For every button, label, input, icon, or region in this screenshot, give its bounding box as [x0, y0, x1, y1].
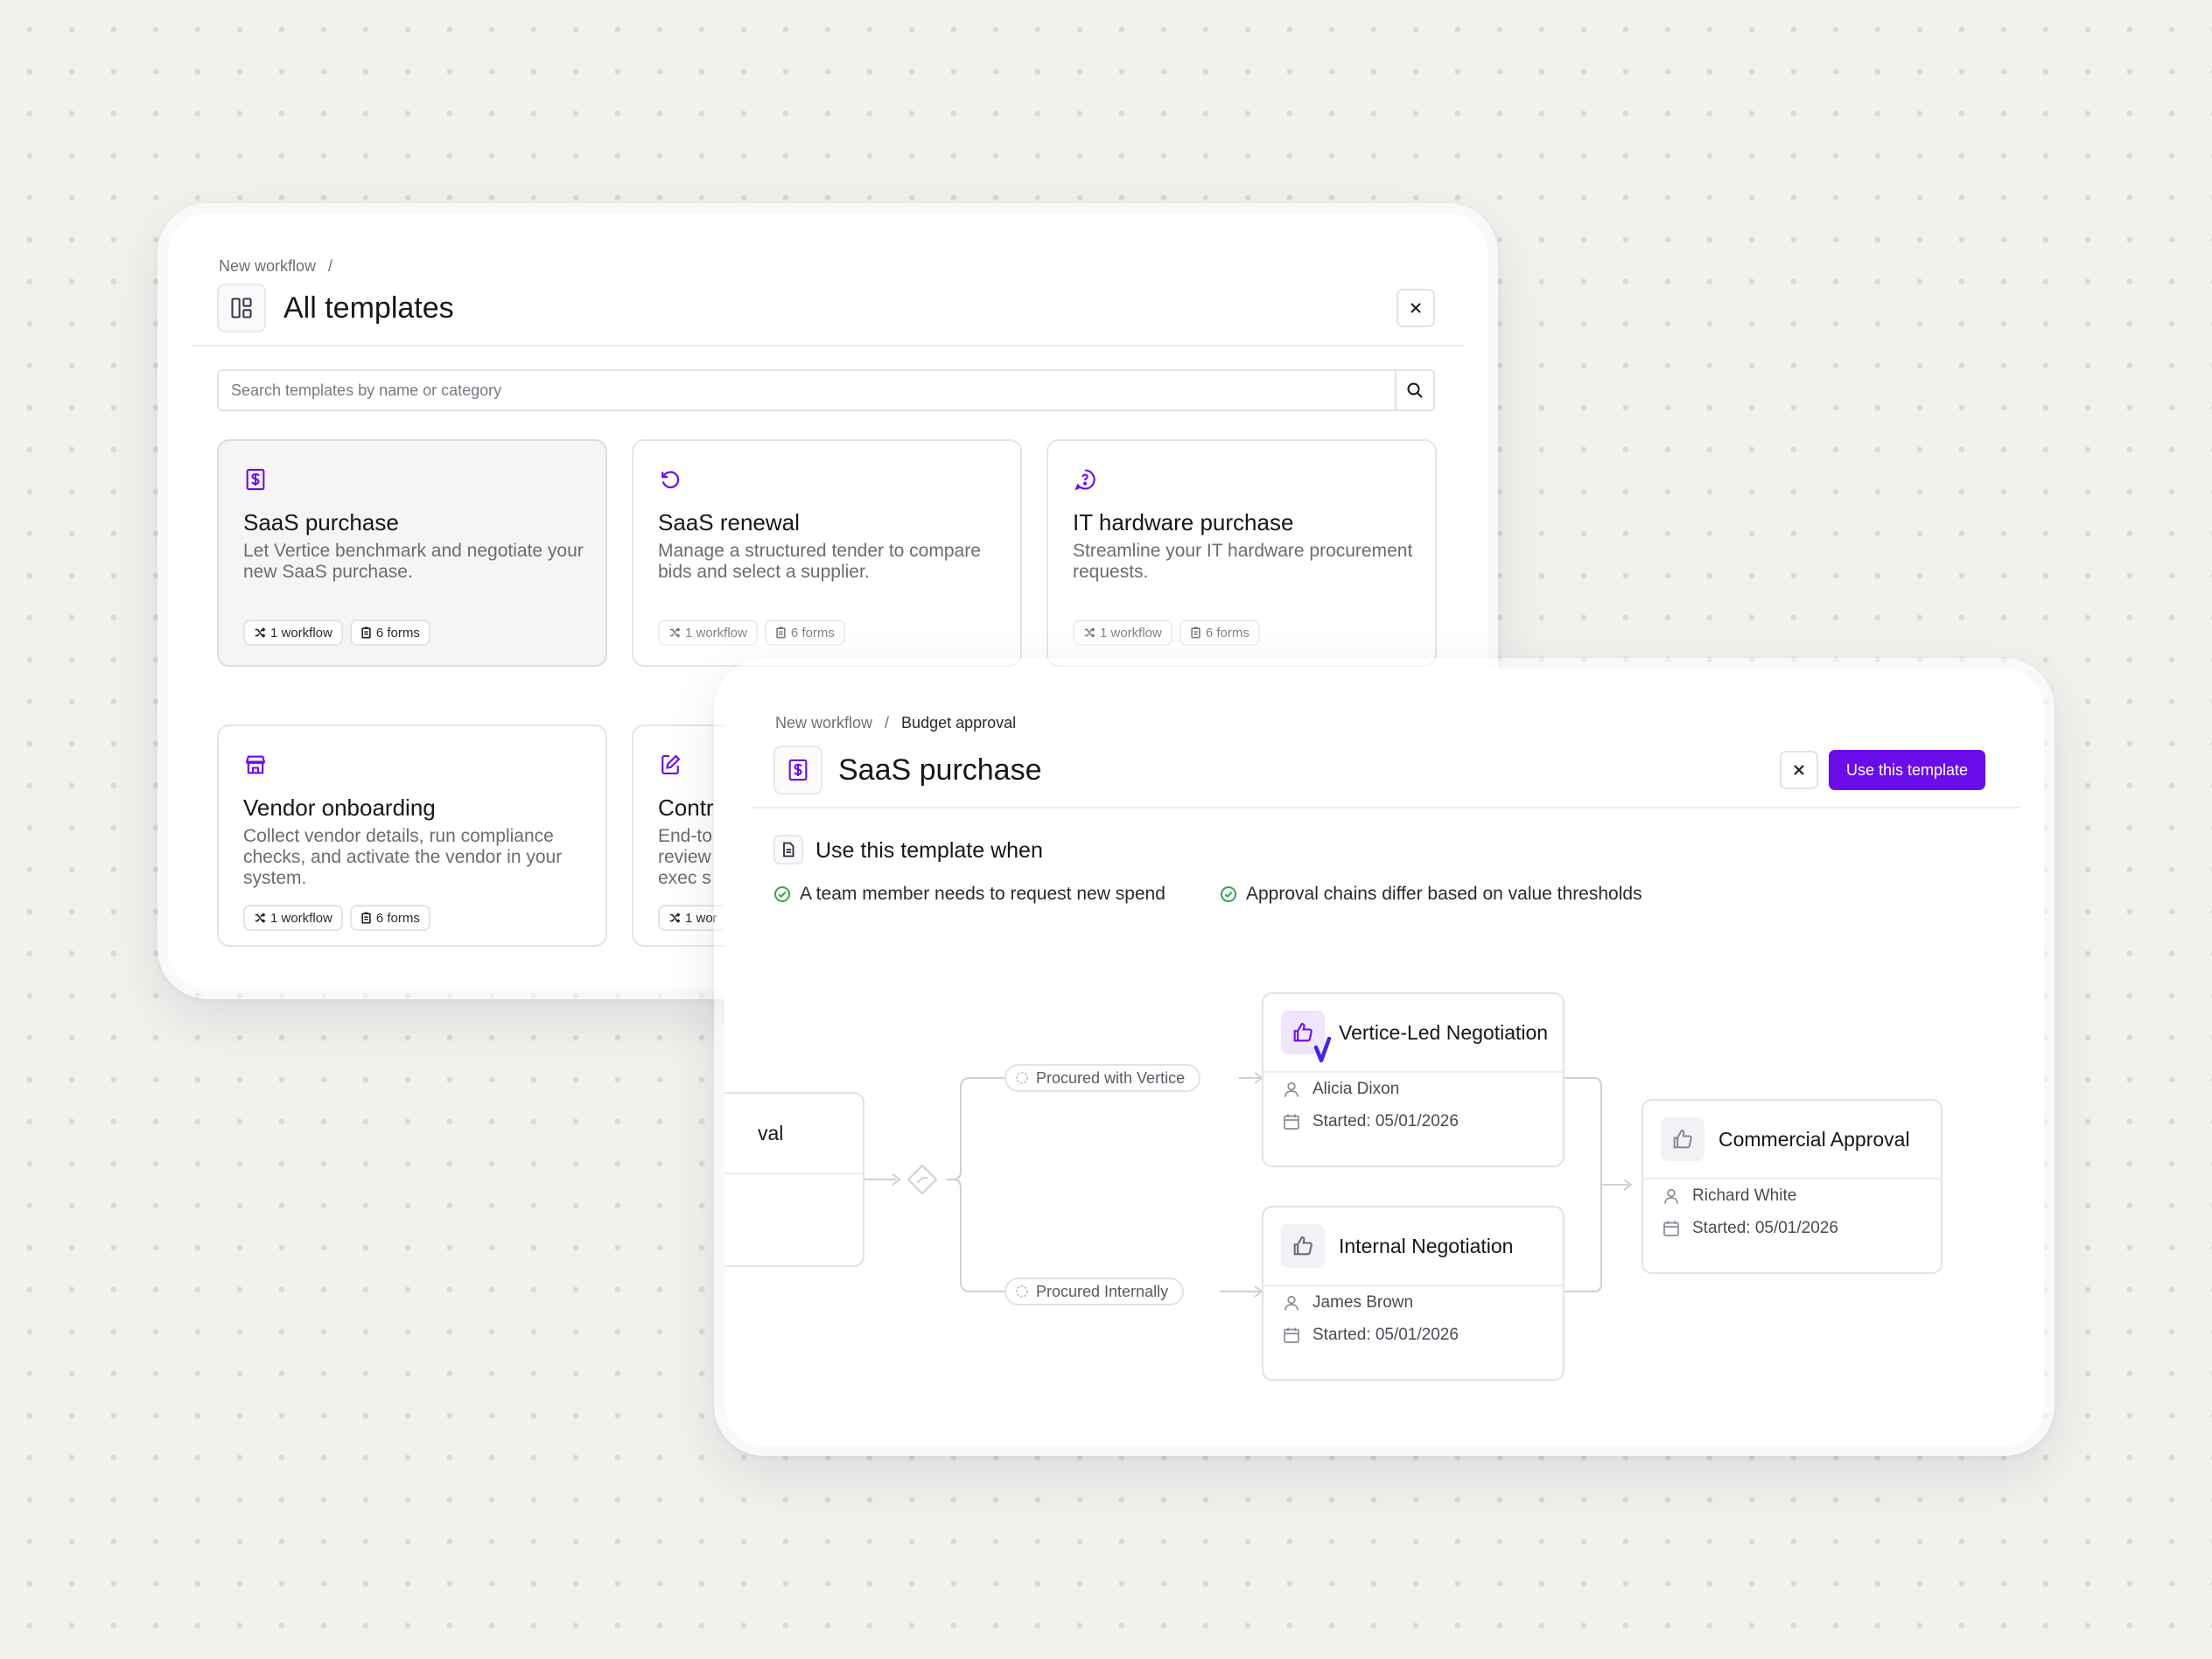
shuffle-icon	[1084, 627, 1096, 638]
edit-doc-icon	[662, 754, 681, 774]
close-icon	[1410, 303, 1421, 313]
workflow-count-badge: 1 workflow	[243, 620, 343, 646]
calendar-icon	[1284, 1327, 1299, 1343]
node-title: Internal Negotiation	[1339, 1234, 1514, 1257]
workflow-count: 1 workflow	[1100, 625, 1162, 640]
workflow-count-badge: 1 workflow	[1073, 620, 1172, 646]
workflow-count: 1 wor	[685, 910, 718, 926]
clipboard-icon	[361, 912, 371, 924]
card-title: SaaS renewal	[658, 509, 800, 536]
user-icon	[1284, 1082, 1298, 1097]
calendar-icon	[1284, 1114, 1299, 1130]
user-icon	[1284, 1295, 1298, 1311]
shuffle-icon	[255, 627, 266, 638]
node-start-date: Started: 05/01/2026	[1264, 1319, 1563, 1351]
page-title: All templates	[284, 291, 454, 325]
form-count: 6 forms	[1205, 625, 1250, 640]
card-description: Streamline your IT hardware procurement …	[1073, 541, 1413, 582]
decision-diamond-icon	[906, 1164, 938, 1195]
workflow-count: 1 workflow	[270, 910, 332, 926]
template-card-it-hardware[interactable]: IT hardware purchase Streamline your IT …	[1046, 439, 1437, 667]
form-count-badge: 6 forms	[1179, 620, 1260, 646]
node-assignee: Alicia Dixon	[1264, 1073, 1563, 1105]
card-description: Collect vendor details, run compliance c…	[243, 826, 563, 888]
start-date: Started: 05/01/2026	[1312, 1325, 1459, 1344]
clipboard-icon	[361, 626, 371, 639]
card-title: Contr	[658, 794, 714, 821]
workflow-count: 1 workflow	[685, 625, 747, 640]
breadcrumb: New workflow /	[219, 257, 332, 276]
assignee-name: James Brown	[1312, 1292, 1414, 1312]
breadcrumb-root[interactable]: New workflow	[219, 257, 316, 276]
shuffle-icon	[669, 913, 681, 923]
start-date: Started: 05/01/2026	[1312, 1111, 1459, 1130]
search-button[interactable]	[1395, 371, 1433, 410]
flow-node-partial[interactable]: val	[724, 1092, 864, 1267]
loading-circle-icon	[1016, 1072, 1028, 1084]
flow-node-internal-negotiation[interactable]: Internal Negotiation James Brown Started…	[1262, 1206, 1564, 1381]
refresh-icon	[662, 471, 680, 489]
search-input[interactable]	[219, 371, 1395, 410]
node-title: val	[758, 1121, 784, 1144]
form-count-badge: 6 forms	[349, 905, 430, 931]
calendar-icon	[1663, 1221, 1679, 1236]
store-icon	[245, 755, 266, 774]
flow-node-commercial-approval[interactable]: Commercial Approval Richard White Starte…	[1642, 1099, 1942, 1274]
node-title: Commercial Approval	[1718, 1127, 1910, 1151]
start-date: Started: 05/01/2026	[1692, 1218, 1838, 1237]
thumbs-up-icon	[1281, 1011, 1332, 1063]
form-count-badge: 6 forms	[764, 620, 845, 646]
header-divider	[191, 345, 1463, 346]
help-chat-icon	[1074, 469, 1096, 491]
card-title: SaaS purchase	[243, 509, 399, 536]
flow-node-vertice-led-negotiation[interactable]: Vertice-Led Negotiation Alicia Dixon Sta…	[1262, 992, 1564, 1167]
clipboard-icon	[1191, 626, 1200, 639]
form-count: 6 forms	[375, 910, 420, 926]
vertice-check-icon	[1313, 1037, 1332, 1063]
card-title: IT hardware purchase	[1073, 509, 1294, 536]
workflow-count-badge: 1 workflow	[243, 905, 343, 931]
branch-label: Procured Internally	[1004, 1278, 1185, 1306]
card-description: Manage a structured tender to compare bi…	[658, 541, 981, 582]
breadcrumb-separator: /	[328, 257, 333, 275]
workflow-count-badge: 1 workflow	[658, 620, 758, 646]
node-title: Vertice-Led Negotiation	[1339, 1020, 1549, 1044]
search-bar	[217, 369, 1435, 411]
form-count: 6 forms	[790, 625, 835, 640]
shuffle-icon	[669, 627, 681, 638]
loading-circle-icon	[1016, 1285, 1028, 1298]
dollar-doc-icon	[246, 468, 265, 491]
assignee-name: Alicia Dixon	[1312, 1079, 1400, 1098]
form-count-badge: 6 forms	[349, 620, 430, 646]
card-title: Vendor onboarding	[243, 794, 436, 821]
template-card-saas-purchase[interactable]: SaaS purchase Let Vertice benchmark and …	[217, 439, 607, 667]
close-button[interactable]	[1396, 289, 1435, 327]
node-assignee: Richard White	[1643, 1180, 1941, 1212]
assignee-name: Richard White	[1692, 1186, 1797, 1205]
template-detail-window: New workflow / Budget approval SaaS purc…	[714, 658, 2054, 1456]
shuffle-icon	[255, 913, 266, 923]
workflow-count: 1 workflow	[270, 625, 332, 640]
branch-label: Procured with Vertice	[1004, 1064, 1201, 1092]
clipboard-icon	[776, 626, 786, 639]
node-start-date: Started: 05/01/2026	[1264, 1105, 1563, 1138]
thumbs-up-icon	[1281, 1224, 1325, 1268]
thumbs-up-icon	[1661, 1117, 1704, 1161]
branch-label-text: Procured with Vertice	[1036, 1068, 1186, 1087]
template-detail-panel: New workflow / Budget approval SaaS purc…	[724, 668, 2044, 1446]
user-icon	[1664, 1188, 1678, 1204]
template-card-saas-renewal[interactable]: SaaS renewal Manage a structured tender …	[632, 439, 1022, 667]
node-start-date: Started: 05/01/2026	[1643, 1212, 1941, 1244]
templates-icon	[217, 284, 266, 332]
node-assignee: James Brown	[1264, 1286, 1563, 1319]
card-description: Let Vertice benchmark and negotiate your…	[243, 541, 584, 582]
search-icon	[1407, 382, 1423, 398]
form-count: 6 forms	[375, 625, 420, 640]
branch-label-text: Procured Internally	[1036, 1282, 1169, 1300]
template-card-vendor-onboarding[interactable]: Vendor onboarding Collect vendor details…	[217, 724, 607, 947]
